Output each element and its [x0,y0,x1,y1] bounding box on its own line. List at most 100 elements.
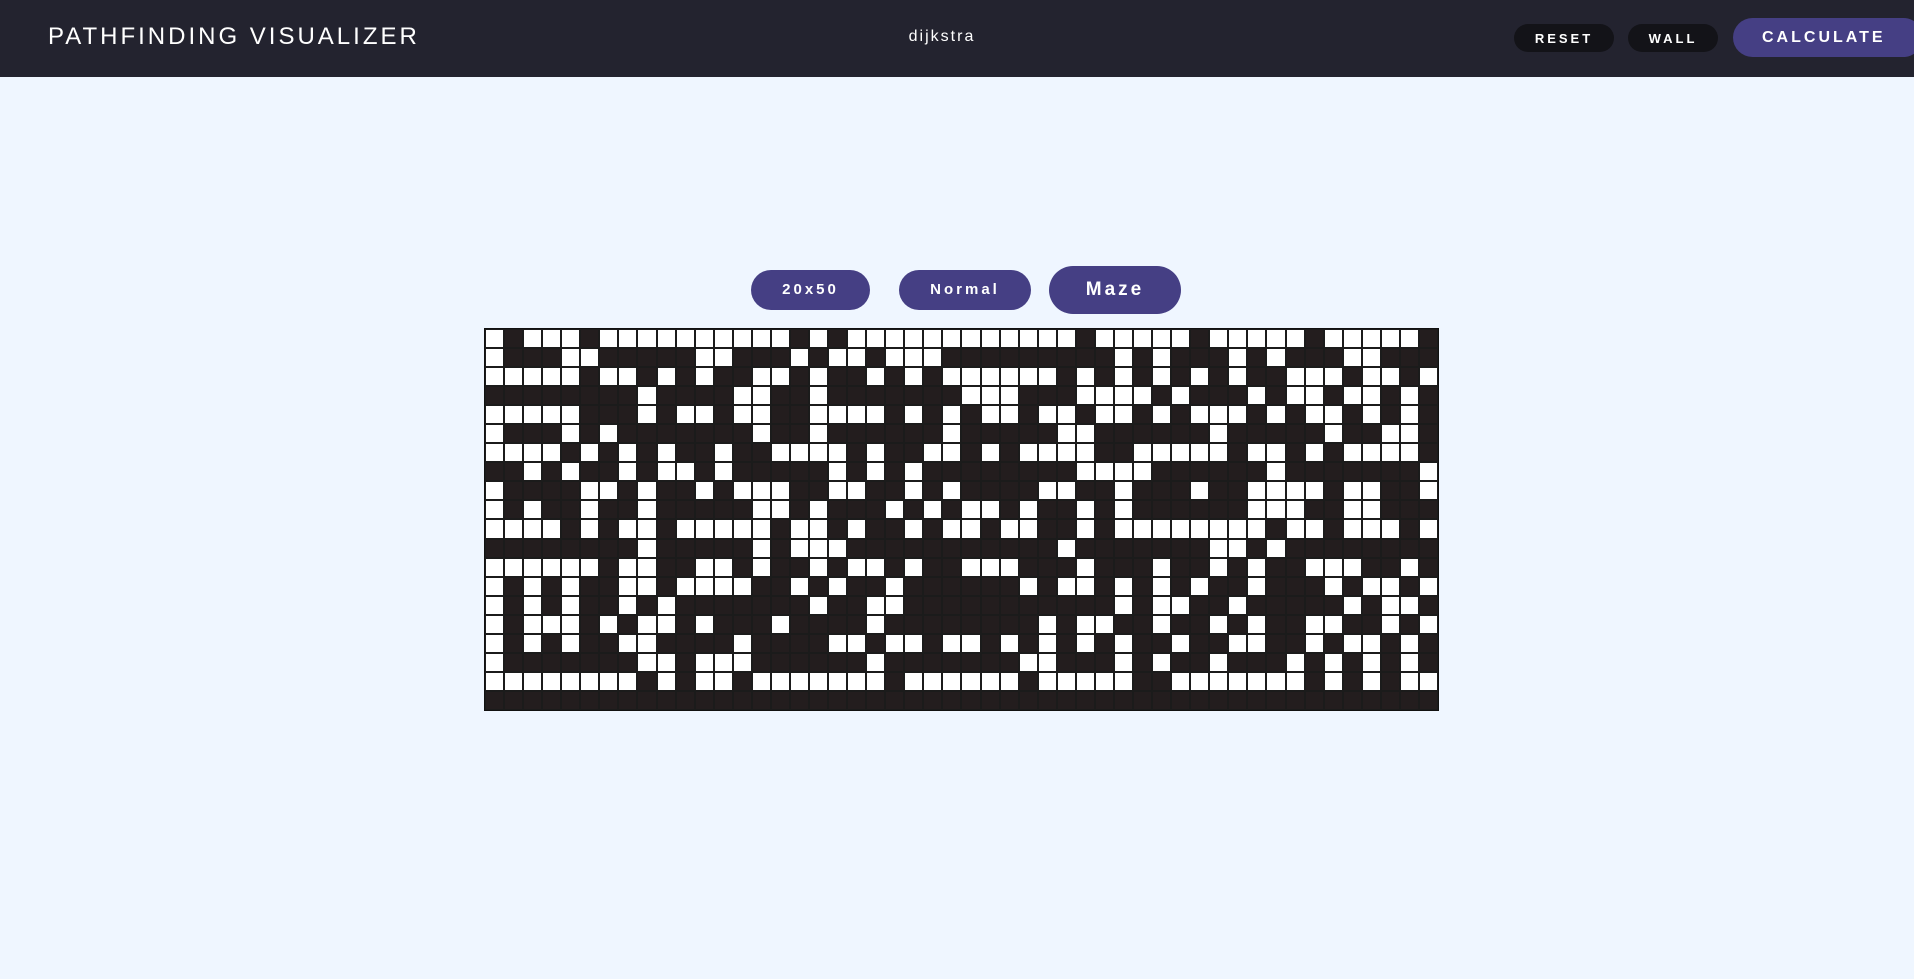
grid-cell[interactable] [523,462,543,482]
grid-cell[interactable] [732,652,752,672]
wall-cell[interactable] [1209,386,1229,406]
wall-cell[interactable] [904,538,924,558]
wall-cell[interactable] [1304,348,1324,368]
wall-cell[interactable] [961,424,981,444]
grid-cell[interactable] [1075,614,1095,634]
grid-cell[interactable] [656,443,676,463]
grid-cell[interactable] [580,348,600,368]
grid-cell[interactable] [1113,500,1134,520]
wall-cell[interactable] [1228,690,1248,710]
wall-cell[interactable] [599,652,619,672]
grid-cell[interactable] [1247,633,1267,653]
wall-cell[interactable] [1037,424,1057,444]
grid-cell[interactable] [713,443,733,463]
wall-cell[interactable] [713,690,733,710]
grid-cell[interactable] [1361,386,1381,406]
wall-cell[interactable] [751,576,771,596]
grid-cell[interactable] [999,386,1019,406]
grid-cell[interactable] [1094,671,1114,691]
wall-cell[interactable] [866,348,886,368]
grid-cell[interactable] [713,462,733,482]
grid-cell[interactable] [580,557,600,577]
grid-cell[interactable] [618,595,638,615]
wall-cell[interactable] [1037,519,1057,539]
grid-cell[interactable] [485,652,505,672]
wall-cell[interactable] [732,614,752,634]
grid-cell[interactable] [1171,386,1191,406]
grid-cell[interactable] [561,367,581,387]
grid-cell[interactable] [1056,481,1076,501]
grid-cell[interactable] [999,633,1019,653]
grid-cell[interactable] [1380,519,1400,539]
grid-cell[interactable] [809,424,829,444]
grid-cell[interactable] [1228,329,1248,349]
grid-cell[interactable] [1304,443,1324,463]
grid-cell[interactable] [713,348,733,368]
grid-cell[interactable] [1133,462,1153,482]
grid-cell[interactable] [1361,671,1381,691]
grid-cell[interactable] [1190,481,1210,501]
wall-cell[interactable] [809,462,829,482]
wall-cell[interactable] [713,386,733,406]
wall-cell[interactable] [1342,614,1362,634]
wall-cell[interactable] [789,557,810,577]
grid-cell[interactable] [1094,462,1114,482]
wall-cell[interactable] [1037,386,1057,406]
wall-cell[interactable] [580,386,600,406]
grid-cell[interactable] [694,348,714,368]
wall-cell[interactable] [942,462,962,482]
wall-cell[interactable] [789,386,810,406]
wall-cell[interactable] [770,576,790,596]
wall-cell[interactable] [1380,500,1400,520]
grid-cell[interactable] [809,595,829,615]
wall-cell[interactable] [904,443,924,463]
wall-cell[interactable] [789,595,810,615]
wall-cell[interactable] [656,405,676,425]
wall-cell[interactable] [1018,538,1038,558]
wall-cell[interactable] [580,538,600,558]
wall-cell[interactable] [1094,367,1114,387]
grid-cell[interactable] [1342,443,1362,463]
grid-cell[interactable] [599,367,619,387]
grid-cell[interactable] [1266,481,1286,501]
wall-cell[interactable] [980,633,1000,653]
wall-cell[interactable] [847,424,867,444]
grid-cell[interactable] [923,671,943,691]
grid-cell[interactable] [656,329,676,349]
wall-cell[interactable] [1418,633,1438,653]
wall-cell[interactable] [580,367,600,387]
wall-cell[interactable] [656,386,676,406]
wall-cell[interactable] [656,576,676,596]
grid-cell[interactable] [1075,367,1095,387]
wall-cell[interactable] [1056,595,1076,615]
wall-cell[interactable] [828,424,848,444]
grid-cell[interactable] [618,576,638,596]
grid-cell[interactable] [1399,557,1419,577]
wall-cell[interactable] [980,652,1000,672]
grid-cell[interactable] [1380,443,1400,463]
wall-cell[interactable] [1037,348,1057,368]
wall-cell[interactable] [885,462,905,482]
wall-cell[interactable] [675,690,695,710]
grid-cell[interactable] [1133,443,1153,463]
grid-cell[interactable] [770,614,790,634]
wall-cell[interactable] [847,386,867,406]
wall-cell[interactable] [961,595,981,615]
wall-cell[interactable] [1113,557,1134,577]
grid-cell[interactable] [1075,557,1095,577]
wall-cell[interactable] [751,652,771,672]
grid-cell[interactable] [675,462,695,482]
grid-cell[interactable] [1304,386,1324,406]
wall-cell[interactable] [999,348,1019,368]
wall-cell[interactable] [1418,690,1438,710]
wall-cell[interactable] [694,443,714,463]
grid-cell[interactable] [999,557,1019,577]
wall-cell[interactable] [1133,576,1153,596]
wall-cell[interactable] [713,633,733,653]
wall-cell[interactable] [599,443,619,463]
grid-cell[interactable] [732,329,752,349]
wall-cell[interactable] [847,443,867,463]
grid-cell[interactable] [561,614,581,634]
wall-cell[interactable] [561,443,581,463]
wall-cell[interactable] [504,614,524,634]
